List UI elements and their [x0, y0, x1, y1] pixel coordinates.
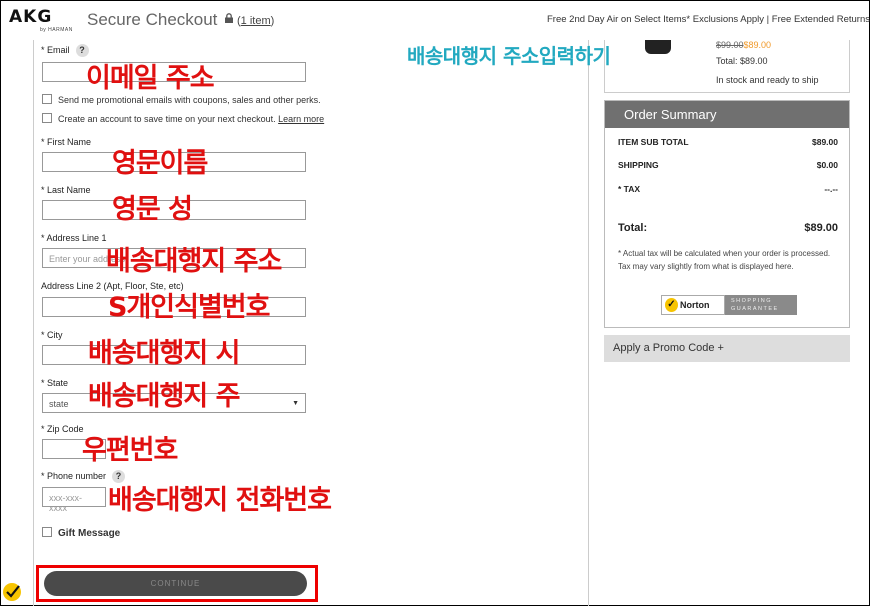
state-label: * State	[41, 378, 69, 388]
phone-field[interactable]: xxx-xxx-xxxx	[42, 487, 106, 513]
product-price: $99.00$89.00	[716, 40, 772, 50]
lock-icon	[225, 13, 233, 23]
order-summary-title: Order Summary	[605, 101, 849, 128]
annotation-address1: 배송대행지 주소	[106, 246, 282, 277]
norton-check-icon	[1, 578, 25, 604]
annotation-phone: 배송대행지 전화번호	[108, 485, 332, 516]
continue-button[interactable]: CONTINUE	[44, 571, 307, 596]
annotation-state: 배송대행지 주	[88, 381, 240, 412]
annotation-headline: 배송대행지 주소입력하기	[407, 44, 611, 68]
annotation-email: 이메일 주소	[86, 63, 215, 94]
promo-code-toggle[interactable]: Apply a Promo Code +	[604, 335, 850, 362]
shipping-row: SHIPPING $0.00	[618, 160, 838, 170]
create-account-text: Create an account to save time on your n…	[58, 114, 325, 124]
create-account-checkbox[interactable]	[42, 113, 52, 123]
tax-row: * TAX --.--	[618, 184, 838, 194]
gift-message-label: Gift Message	[58, 528, 121, 539]
logo-subtitle: by HARMAN	[40, 27, 73, 33]
city-label: * City	[41, 330, 63, 340]
promo-email-checkbox[interactable]	[42, 94, 52, 104]
annotation-address2: S개인식별번호	[108, 292, 270, 323]
header: AKG by HARMAN Secure Checkout (1 item) F…	[0, 0, 870, 40]
items-count[interactable]: 1 item	[241, 15, 271, 27]
gift-message-checkbox[interactable]	[42, 527, 52, 537]
highlight-box: CONTINUE	[36, 565, 318, 602]
tax-note: * Actual tax will be calculated when you…	[618, 249, 831, 271]
chevron-down-icon: ▼	[292, 400, 299, 407]
column-divider	[588, 40, 589, 606]
product-thumbnail	[645, 40, 671, 54]
annotation-city: 배송대행지 시	[88, 338, 240, 369]
stock-status: In stock and ready to ship	[716, 75, 819, 85]
email-label: * Email?	[41, 44, 89, 57]
akg-logo[interactable]: AKG	[9, 7, 52, 27]
promo-email-text: Send me promotional emails with coupons,…	[58, 95, 321, 105]
zip-label: * Zip Code	[41, 424, 84, 434]
first-name-label: * First Name	[41, 137, 92, 147]
page-title: Secure Checkout	[87, 10, 218, 29]
last-name-label: * Last Name	[41, 185, 91, 195]
address1-label: * Address Line 1	[41, 233, 107, 243]
norton-check-icon: ✓	[665, 298, 678, 312]
learn-more-link[interactable]: Learn more	[278, 114, 324, 124]
subtotal-row: ITEM SUB TOTAL $89.00	[618, 137, 838, 147]
product-total: Total: $89.00	[716, 56, 768, 66]
total-row: Total: $89.00	[618, 222, 838, 234]
annotation-first-name: 영문이름	[112, 148, 208, 179]
annotation-zip: 우편번호	[82, 435, 178, 466]
left-divider	[33, 40, 34, 606]
annotation-last-name: 영문 성	[112, 194, 193, 225]
cart-items-link[interactable]: (1 item)	[237, 15, 274, 27]
shipping-promo-banner: Free 2nd Day Air on Select Items* Exclus…	[547, 14, 870, 25]
norton-guarantee-badge[interactable]: ✓ Norton SHOPPING GUARANTEE	[661, 295, 797, 315]
order-summary: Order Summary ITEM SUB TOTAL $89.00 SHIPP…	[604, 100, 850, 328]
